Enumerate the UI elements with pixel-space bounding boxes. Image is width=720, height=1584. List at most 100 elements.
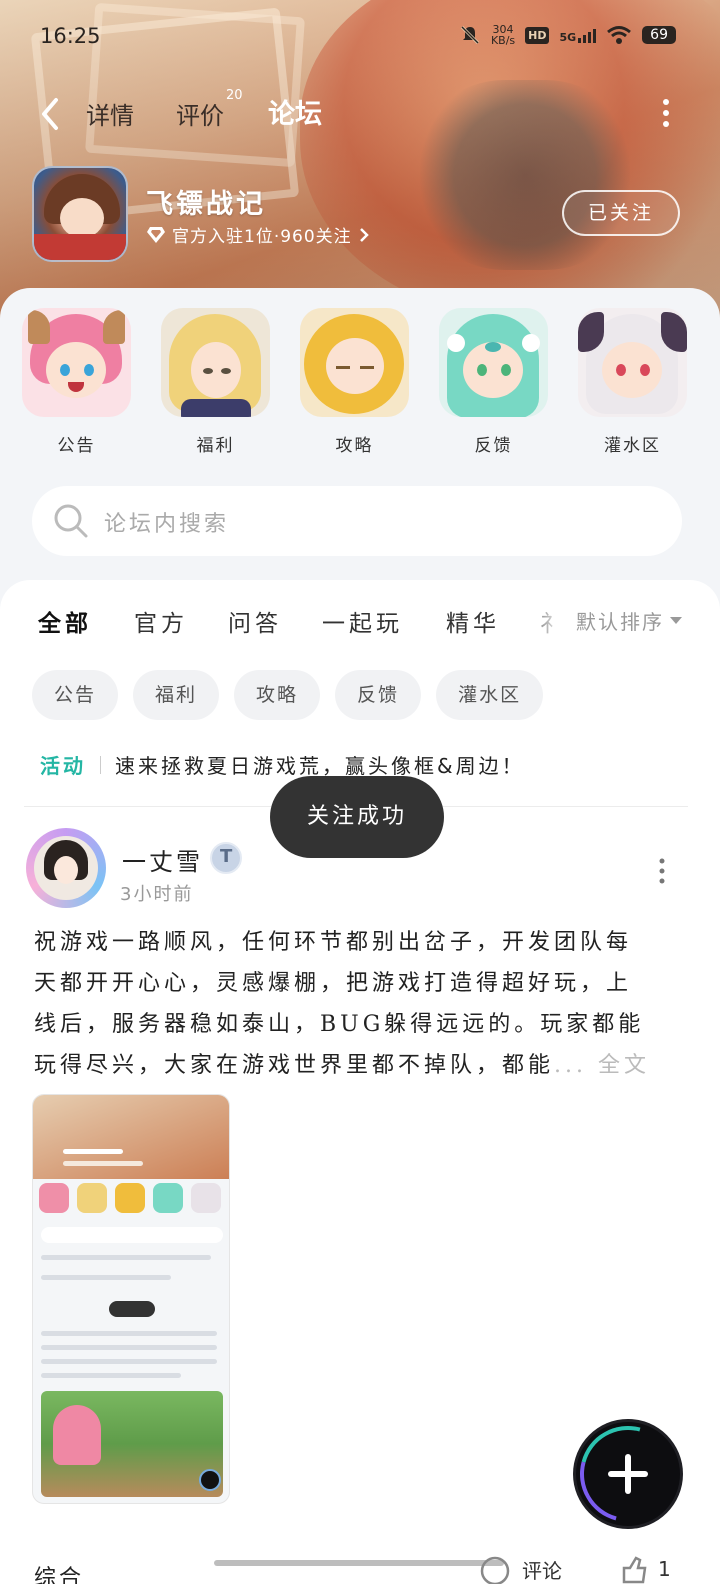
tabs-fade-mask xyxy=(520,594,580,644)
post-content[interactable]: 祝游戏一路顺风，任何环节都别出岔子，开发团队每 天都开开心心，灵感爆棚，把游戏打… xyxy=(34,922,684,1086)
like-action[interactable]: 1 xyxy=(618,1554,671,1584)
category-chat-zone[interactable]: 灌水区 xyxy=(578,308,687,468)
diamond-icon xyxy=(147,226,165,243)
category-announcement[interactable]: 公告 xyxy=(22,308,131,468)
search-placeholder: 论坛内搜索 xyxy=(104,512,230,537)
post-image-thumbnail[interactable] xyxy=(32,1094,230,1504)
thumb-avatars xyxy=(39,1183,221,1213)
feed-tab-qa[interactable]: 问答 xyxy=(228,604,282,638)
tab-reviews[interactable]: 评价 xyxy=(176,96,224,131)
thumb-line xyxy=(41,1331,217,1336)
thumb-character xyxy=(53,1405,101,1465)
post-line: 天都开开心心，灵感爆棚，把游戏打造得超好玩，上 xyxy=(34,971,633,996)
thumb-line xyxy=(41,1359,217,1364)
thumb-search xyxy=(41,1227,223,1243)
thumb-line xyxy=(63,1161,143,1166)
category-label: 反馈 xyxy=(474,436,513,456)
feed-tab-all[interactable]: 全部 xyxy=(38,604,92,638)
create-post-button[interactable] xyxy=(562,1408,694,1540)
comment-action[interactable]: 评论 xyxy=(478,1554,562,1584)
search-icon xyxy=(54,504,88,538)
mute-bell-icon xyxy=(460,25,479,45)
blonde-man-avatar xyxy=(161,308,270,417)
thumb-line xyxy=(41,1373,181,1378)
sort-label: 默认排序 xyxy=(576,610,664,634)
read-more-link[interactable]: ... 全文 xyxy=(554,1053,650,1078)
chip-welfare[interactable]: 福利 xyxy=(133,670,220,720)
activity-tag: 活动 xyxy=(40,754,86,778)
activity-text: 速来拯救夏日游戏荒，赢头像框&周边！ xyxy=(115,754,525,778)
thumb-toast xyxy=(109,1301,155,1317)
category-welfare[interactable]: 福利 xyxy=(161,308,270,468)
caret-down-icon xyxy=(670,617,682,624)
forum-search-bar[interactable]: 论坛内搜索 xyxy=(32,486,682,556)
game-meta[interactable]: 官方入驻1位·960关注 xyxy=(146,222,370,247)
chevron-right-icon xyxy=(359,227,369,242)
demon-girl-avatar xyxy=(578,308,687,417)
thumb-line xyxy=(41,1345,217,1350)
status-time: 16:25 xyxy=(40,24,101,48)
feed-tab-official[interactable]: 官方 xyxy=(134,604,188,638)
network-type: 5G xyxy=(559,31,577,44)
feed-tab-featured[interactable]: 精华 xyxy=(446,604,500,638)
thumbs-up-icon xyxy=(622,1556,647,1584)
feed-tab-play-together[interactable]: 一起玩 xyxy=(322,604,403,638)
comment-label: 评论 xyxy=(522,1558,562,1583)
thumb-line xyxy=(41,1255,211,1260)
elf-girl-avatar xyxy=(439,308,548,417)
battery-indicator: 69 xyxy=(642,26,676,44)
topic-chips: 公告 福利 攻略 反馈 灌水区 xyxy=(32,670,544,720)
post-more-icon[interactable] xyxy=(658,858,666,884)
chip-announcement[interactable]: 公告 xyxy=(32,670,119,720)
bottom-label: 综合 xyxy=(34,1566,85,1584)
signal-indicator: 5G xyxy=(559,27,597,44)
net-speed-unit: KB/s xyxy=(490,34,516,47)
author-avatar[interactable] xyxy=(26,828,106,908)
tab-details[interactable]: 详情 xyxy=(86,96,134,131)
category-label: 公告 xyxy=(57,436,96,456)
category-guide[interactable]: 攻略 xyxy=(300,308,409,468)
thumb-line xyxy=(41,1275,171,1280)
comment-icon xyxy=(480,1556,510,1584)
more-options-icon[interactable] xyxy=(662,98,670,128)
chip-guide[interactable]: 攻略 xyxy=(234,670,321,720)
game-title: 飞镖战记 xyxy=(146,189,266,220)
post-line: 祝游戏一路顺风，任何环节都别出岔子，开发团队每 xyxy=(34,930,633,955)
forum-header-banner: 16:25 304 KB/s HD 5G 69 详情 评价 20 论坛 飞镖战记… xyxy=(0,0,720,320)
game-info: 飞镖战记 官方入驻1位·960关注 已关注 xyxy=(32,166,692,262)
post-line: 线后，服务器稳如泰山，BUG躲得远远的。玩家都能 xyxy=(34,1012,645,1037)
post-line-text: 玩得尽兴，大家在游戏世界里都不掉队，都能 xyxy=(34,1053,555,1078)
activity-banner[interactable]: 活动 速来拯救夏日游戏荒，赢头像框&周边！ xyxy=(40,750,525,779)
chip-feedback[interactable]: 反馈 xyxy=(335,670,422,720)
like-count: 1 xyxy=(658,1557,671,1581)
pink-catgirl-avatar xyxy=(22,308,131,417)
user-level-icon xyxy=(210,842,242,874)
thumb-fab xyxy=(199,1469,221,1491)
net-speed: 304 KB/s xyxy=(491,24,515,46)
back-arrow-icon[interactable] xyxy=(36,94,66,134)
sort-dropdown[interactable]: 默认排序 xyxy=(576,606,682,635)
category-label: 灌水区 xyxy=(604,436,661,456)
followed-button[interactable]: 已关注 xyxy=(562,190,680,236)
follow-success-toast: 关注成功 xyxy=(270,776,444,858)
plus-icon xyxy=(625,1454,631,1494)
category-feedback[interactable]: 反馈 xyxy=(439,308,548,468)
category-label: 福利 xyxy=(196,436,235,456)
hd-badge: HD xyxy=(525,26,550,44)
blonde-girl-avatar xyxy=(300,308,409,417)
wifi-icon xyxy=(607,26,632,44)
thumb-line xyxy=(63,1149,123,1154)
category-list: 公告 福利 攻略 反馈 灌水区 xyxy=(22,308,720,468)
category-panel: 公告 福利 攻略 反馈 灌水区 论坛内搜索 xyxy=(0,288,720,608)
chip-chat-zone[interactable]: 灌水区 xyxy=(436,670,544,720)
post-line: 玩得尽兴，大家在游戏世界里都不掉队，都能... 全文 xyxy=(34,1045,684,1086)
game-icon[interactable] xyxy=(32,166,128,262)
bottom-bar: 综合 评论 1 xyxy=(0,1548,720,1584)
author-name[interactable]: 一丈雪 xyxy=(122,842,203,877)
reviews-count-badge: 20 xyxy=(226,88,243,103)
status-bar: 16:25 304 KB/s HD 5G 69 xyxy=(0,18,720,58)
game-meta-text: 官方入驻1位·960关注 xyxy=(172,227,352,247)
tab-forum[interactable]: 论坛 xyxy=(268,92,322,131)
thumb-banner xyxy=(33,1095,229,1179)
top-navigation: 详情 评价 20 论坛 xyxy=(0,88,720,138)
